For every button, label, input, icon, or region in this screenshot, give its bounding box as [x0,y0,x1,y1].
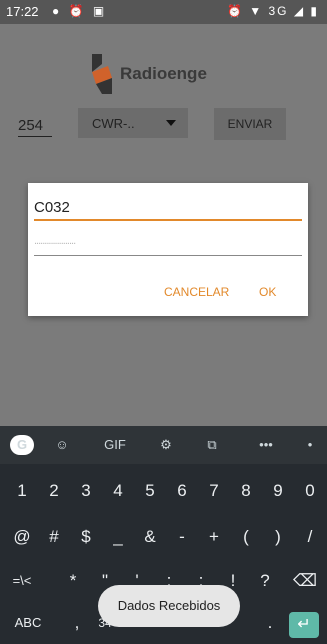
spinner-value: CWR-.. [92,116,135,131]
enter-key-icon[interactable]: ↵ [289,612,319,638]
command-spinner[interactable]: CWR-.. [78,108,188,138]
ok-button[interactable]: OK [259,285,276,299]
translate-icon[interactable]: ⧉ [200,435,224,455]
status-time: 17:22 [6,4,39,19]
keyboard-row-symbols: @ # $ _ & - + ( ) / [0,520,327,554]
key-0[interactable]: 0 [295,474,325,508]
dropdown-arrow-icon [166,120,176,126]
app-screen: Radioenge 254 CWR-.. ENVIAR C032 .......… [0,24,327,426]
key-2[interactable]: 2 [39,474,69,508]
gif-icon[interactable]: GIF [100,435,130,455]
brand-name: Radioenge [120,64,207,83]
key-asterisk[interactable]: * [58,564,88,598]
key-3[interactable]: 3 [71,474,101,508]
key-5[interactable]: 5 [135,474,165,508]
key-dollar[interactable]: $ [71,520,101,554]
emoji-icon[interactable]: ☺ [50,435,74,455]
backspace-icon[interactable]: ⌫ [290,564,320,598]
logo-mark-icon [92,54,112,94]
key-6[interactable]: 6 [167,474,197,508]
google-icon[interactable]: G [10,435,34,455]
dialog-input-field[interactable]: C032 [34,197,302,221]
more-icon[interactable]: ••• [254,435,278,455]
key-8[interactable]: 8 [231,474,261,508]
key-minus[interactable]: - [167,520,197,554]
key-7[interactable]: 7 [199,474,229,508]
notification-icons: ● ⏰ ▣ [52,4,108,18]
cancel-button[interactable]: CANCELAR [164,285,229,299]
key-1[interactable]: 1 [7,474,37,508]
key-9[interactable]: 9 [263,474,293,508]
key-plus[interactable]: + [199,520,229,554]
key-open-paren[interactable]: ( [231,520,261,554]
number-input[interactable]: 254 [18,117,52,137]
dialog-second-field[interactable]: .................... [34,233,302,256]
settings-icon[interactable]: ⚙ [154,435,178,455]
input-dialog: C032 .................... CANCELAR OK [28,183,308,316]
key-slash[interactable]: / [295,520,325,554]
key-at[interactable]: @ [7,520,37,554]
key-more-symbols[interactable]: =\< [4,564,40,598]
key-underscore[interactable]: _ [103,520,133,554]
key-period[interactable]: . [255,606,285,640]
radioenge-logo: Radioenge [88,52,228,94]
key-comma[interactable]: , [62,606,92,640]
dialog-second-placeholder: .................... [34,235,76,247]
status-bar: 17:22 ● ⏰ ▣ ⏰ ▼ 3G ◢ ▮ [0,0,327,24]
send-button[interactable]: ENVIAR [214,108,286,140]
key-abc[interactable]: ABC [10,606,46,640]
key-ampersand[interactable]: & [135,520,165,554]
keyboard-row-numbers: 1 2 3 4 5 6 7 8 9 0 [0,474,327,508]
system-icons: ⏰ ▼ 3G ◢ ▮ [227,4,319,18]
toast-message: Dados Recebidos [98,585,240,627]
key-4[interactable]: 4 [103,474,133,508]
mic-icon[interactable]: • [300,435,320,455]
key-hash[interactable]: # [39,520,69,554]
key-close-paren[interactable]: ) [263,520,293,554]
keyboard-toolbar: G ☺ GIF ⚙ ⧉ ••• • [0,426,327,464]
key-question[interactable]: ? [250,564,280,598]
dialog-input-value: C032 [34,199,70,216]
